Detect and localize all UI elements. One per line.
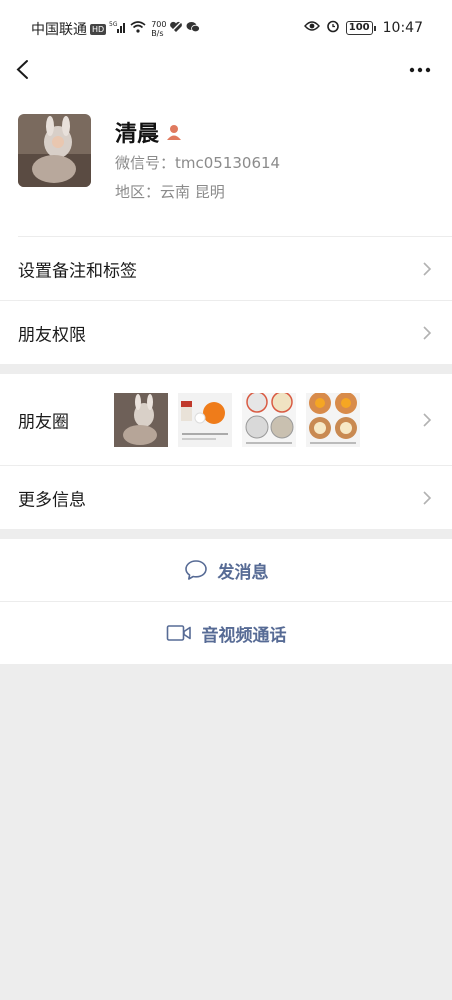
row-remark-tags[interactable]: 设置备注和标签 (0, 237, 452, 300)
more-dots-icon (409, 67, 431, 73)
chevron-right-icon (423, 325, 432, 340)
more-button[interactable] (406, 58, 434, 82)
chevron-right-icon (423, 490, 432, 505)
row-label: 更多信息 (18, 490, 86, 510)
clock-time: 10:47 (382, 20, 423, 36)
send-message-button[interactable]: 发消息 (0, 539, 452, 601)
wechat-id: 微信号：tmc05130614 (115, 154, 281, 172)
row-label: 朋友权限 (18, 325, 86, 345)
signal-icon: 5G (109, 21, 127, 37)
video-camera-icon (166, 625, 191, 641)
back-button[interactable] (10, 56, 38, 84)
row-label: 朋友圈 (18, 412, 69, 432)
chevron-right-icon (423, 261, 432, 276)
row-moments[interactable]: 朋友圈 (0, 374, 452, 465)
profile-name-row: 清晨 (115, 116, 183, 148)
status-left: 中国联通 HD 5G 700 B/s (31, 19, 201, 39)
region: 地区：云南 昆明 (115, 183, 225, 201)
status-right: 100 10:47 (303, 19, 423, 37)
row-label: 设置备注和标签 (18, 261, 137, 281)
profile-name: 清晨 (115, 122, 160, 147)
hd-badge: HD (90, 23, 107, 35)
row-more-info[interactable]: 更多信息 (0, 466, 452, 529)
alarm-icon (326, 19, 340, 37)
moment-thumbnail[interactable] (242, 393, 296, 447)
moment-thumbnail[interactable] (114, 393, 168, 447)
network-speed: 700 B/s (151, 20, 166, 38)
wechat-notify-icon (186, 21, 201, 37)
moment-thumbnail[interactable] (178, 393, 232, 447)
person-gender-icon (167, 125, 182, 140)
send-message-label: 发消息 (217, 562, 269, 583)
moment-thumbnail[interactable] (306, 393, 360, 447)
network-type: 5G (109, 21, 118, 28)
row-friend-permissions[interactable]: 朋友权限 (0, 301, 452, 364)
nav-bar (0, 56, 452, 104)
profile-header: 清晨 微信号：tmc05130614 地区：云南 昆明 (0, 104, 452, 237)
eye-icon (303, 20, 320, 36)
speed-unit: B/s (151, 29, 164, 38)
chevron-right-icon (423, 412, 432, 427)
video-call-label: 音视频通话 (201, 625, 287, 646)
chat-bubble-icon (184, 560, 207, 580)
video-call-button[interactable]: 音视频通话 (0, 602, 452, 664)
back-arrow-icon (16, 60, 28, 79)
avatar[interactable] (18, 114, 91, 187)
speed-value: 700 (151, 20, 167, 29)
status-bar: 中国联通 HD 5G 700 B/s 100 10:47 (0, 0, 452, 56)
mute-heart-icon (169, 21, 183, 37)
battery-indicator: 100 (345, 21, 376, 35)
carrier-name: 中国联通 (31, 22, 87, 38)
moments-thumbnails (114, 393, 360, 447)
wifi-icon (130, 21, 146, 37)
